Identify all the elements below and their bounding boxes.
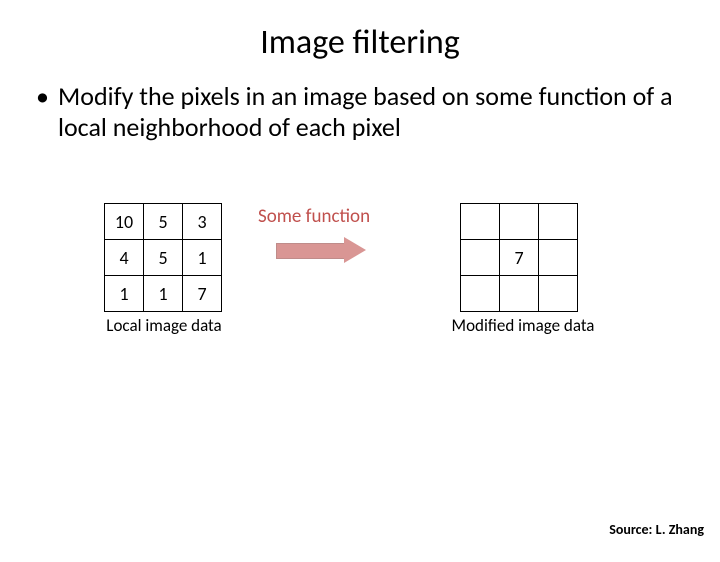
bullet-dot: • bbox=[36, 81, 58, 143]
cell: 1 bbox=[105, 276, 144, 312]
cell: 10 bbox=[105, 204, 144, 240]
bullet-item: • Modify the pixels in an image based on… bbox=[36, 81, 692, 143]
cell bbox=[461, 240, 500, 276]
cell: 4 bbox=[105, 240, 144, 276]
cell: 1 bbox=[183, 240, 222, 276]
arrow-icon bbox=[276, 237, 368, 263]
left-caption: Local image data bbox=[84, 315, 244, 336]
bullet-block: • Modify the pixels in an image based on… bbox=[36, 81, 692, 143]
cell: 7 bbox=[500, 240, 539, 276]
cell bbox=[539, 204, 578, 240]
cell: 3 bbox=[183, 204, 222, 240]
local-image-grid: 10 5 3 4 5 1 1 1 7 bbox=[104, 203, 222, 312]
right-caption: Modified image data bbox=[438, 315, 608, 336]
cell: 5 bbox=[144, 204, 183, 240]
cell: 5 bbox=[144, 240, 183, 276]
diagram-area: 10 5 3 4 5 1 1 1 7 Some function 7 bbox=[0, 203, 720, 403]
slide-title: Image filtering bbox=[0, 22, 720, 63]
function-label: Some function bbox=[258, 205, 370, 228]
bullet-text: Modify the pixels in an image based on s… bbox=[58, 81, 692, 143]
cell bbox=[539, 276, 578, 312]
cell bbox=[500, 204, 539, 240]
cell: 7 bbox=[183, 276, 222, 312]
cell bbox=[461, 276, 500, 312]
cell bbox=[539, 240, 578, 276]
modified-image-grid: 7 bbox=[460, 203, 578, 312]
source-credit: Source: L. Zhang bbox=[609, 521, 704, 538]
cell bbox=[500, 276, 539, 312]
cell: 1 bbox=[144, 276, 183, 312]
cell bbox=[461, 204, 500, 240]
